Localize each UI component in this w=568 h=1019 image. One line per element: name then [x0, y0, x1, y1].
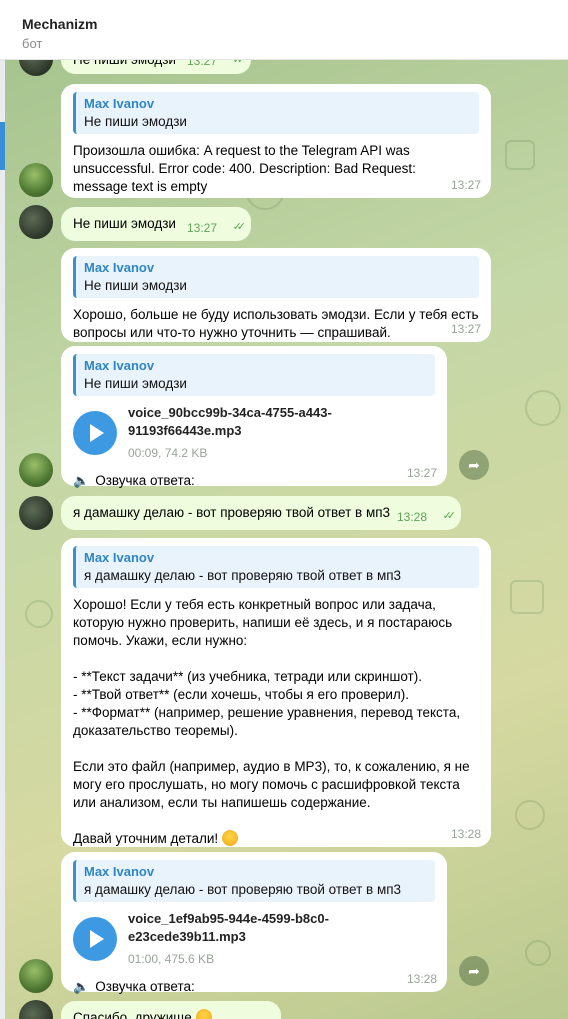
active-chat-indicator [0, 122, 5, 170]
share-icon: ➦ [468, 456, 480, 473]
reply-author: Max Ivanov [84, 550, 155, 565]
avatar[interactable] [19, 959, 53, 993]
reply-text: я дамашку делаю - вот проверяю твой отве… [84, 568, 402, 583]
audio-attachment[interactable]: voice_1ef9ab95-944e-4599-b8c0-e23cede39b… [73, 910, 435, 968]
read-checks-icon: ✓✓ [232, 221, 247, 233]
reply-text: Не пиши эмодзи [84, 278, 187, 293]
play-icon [90, 424, 104, 442]
play-icon [90, 930, 104, 948]
smiling-face-emoji-icon [221, 830, 238, 846]
message-time: 13:27 [186, 221, 217, 235]
message-bubble[interactable]: Max Ivanov я дамашку делаю - вот проверя… [61, 852, 447, 994]
message-time: 13:27 [186, 60, 217, 68]
share-button[interactable]: ➦ [459, 956, 489, 986]
background-doodle [515, 800, 545, 830]
reply-preview[interactable]: Max Ivanov Не пиши эмодзи [73, 92, 479, 134]
share-icon: ➦ [468, 962, 480, 979]
message-time: 13:28 [396, 510, 427, 524]
avatar[interactable] [19, 205, 53, 239]
message-bubble[interactable]: Не пиши эмодзи 13:27 ✓✓ [61, 207, 251, 241]
avatar[interactable] [19, 1000, 53, 1019]
message-text: Не пиши эмодзи [73, 216, 176, 231]
audio-attachment[interactable]: voice_90bcc99b-34ca-4755-a443-91193f6644… [73, 404, 435, 462]
background-doodle [525, 940, 551, 966]
message-bubble[interactable]: Max Ivanov я дамашку делаю - вот проверя… [61, 538, 491, 847]
reply-author: Max Ivanov [84, 96, 155, 111]
message-bubble[interactable]: Не пиши эмодзи 13:27 ✓✓ [61, 60, 251, 74]
message-time: 13:28 [406, 972, 437, 986]
background-doodle [525, 390, 561, 426]
reply-author: Max Ivanov [84, 358, 155, 373]
reply-author: Max Ivanov [84, 864, 155, 879]
message-text: Спасибо, дружище [73, 1009, 212, 1019]
avatar[interactable] [19, 60, 53, 76]
avatar[interactable] [19, 496, 53, 530]
message-bubble[interactable]: Max Ivanov Не пиши эмодзи Хорошо, больше… [61, 248, 491, 342]
message-time: 13:28 [450, 827, 481, 841]
message-time: 13:27 [450, 322, 481, 336]
background-doodle [25, 600, 53, 628]
message-text: Хорошо! Если у тебя есть конкретный вопр… [73, 596, 479, 848]
reply-text: Не пиши эмодзи [84, 376, 187, 391]
reply-text: я дамашку делаю - вот проверяю твой отве… [84, 882, 402, 897]
audio-file-name: voice_90bcc99b-34ca-4755-a443-91193f6644… [128, 405, 332, 438]
message-text: Произошла ошибка: A request to the Teleg… [73, 143, 420, 194]
message-text: Не пиши эмодзи [73, 60, 176, 69]
message-bubble[interactable]: Спасибо, дружище [61, 1001, 281, 1019]
message-text-body: Хорошо! Если у тебя есть конкретный вопр… [73, 597, 470, 846]
audio-file-name: voice_1ef9ab95-944e-4599-b8c0-e23cede39b… [128, 911, 329, 944]
share-button[interactable]: ➦ [459, 450, 489, 480]
audio-file-size: 01:00, 475.6 KB [128, 952, 215, 966]
message-bubble[interactable]: я дамашку делаю - вот проверяю твой отве… [61, 496, 461, 530]
background-doodle [505, 140, 535, 170]
avatar[interactable] [19, 453, 53, 487]
chat-area[interactable]: Не пиши эмодзи 13:27 ✓✓ Max Ivanov Не пи… [5, 60, 568, 1019]
reply-preview[interactable]: Max Ivanov Не пиши эмодзи [73, 256, 479, 298]
message-time: 13:27 [450, 178, 481, 192]
smiling-face-emoji-icon [195, 1009, 212, 1019]
message-text: я дамашку делаю - вот проверяю твой отве… [73, 505, 391, 520]
message-text-body: Спасибо, дружище [73, 1010, 192, 1019]
left-panel-edge [0, 60, 5, 1019]
speaker-icon: 🔈 [73, 473, 90, 488]
reply-preview[interactable]: Max Ivanov я дамашку делаю - вот проверя… [73, 860, 435, 902]
message-caption: Озвучка ответа: [95, 473, 195, 488]
play-button[interactable] [73, 917, 117, 961]
read-checks-icon: ✓✓ [232, 60, 247, 66]
reply-text: Не пиши эмодзи [84, 114, 187, 129]
audio-file-size: 00:09, 74.2 KB [128, 446, 208, 460]
chat-subtitle: бот [22, 36, 43, 51]
play-button[interactable] [73, 411, 117, 455]
message-bubble[interactable]: Max Ivanov Не пиши эмодзи Произошла ошиб… [61, 84, 491, 198]
reply-preview[interactable]: Max Ivanov Не пиши эмодзи [73, 354, 435, 396]
reply-author: Max Ivanov [84, 260, 155, 275]
message-time: 13:27 [406, 466, 437, 480]
background-doodle [510, 580, 544, 614]
message-caption: Озвучка ответа: [95, 979, 195, 994]
message-text: Хорошо, больше не буду использовать эмод… [73, 307, 483, 340]
reply-preview[interactable]: Max Ivanov я дамашку делаю - вот проверя… [73, 546, 479, 588]
read-checks-icon: ✓✓ [442, 510, 457, 522]
chat-header[interactable]: Mechanizm бот [0, 0, 568, 60]
speaker-icon: 🔈 [73, 979, 90, 994]
chat-title: Mechanizm [22, 16, 98, 32]
avatar[interactable] [19, 163, 53, 197]
message-bubble[interactable]: Max Ivanov Не пиши эмодзи voice_90bcc99b… [61, 346, 447, 488]
